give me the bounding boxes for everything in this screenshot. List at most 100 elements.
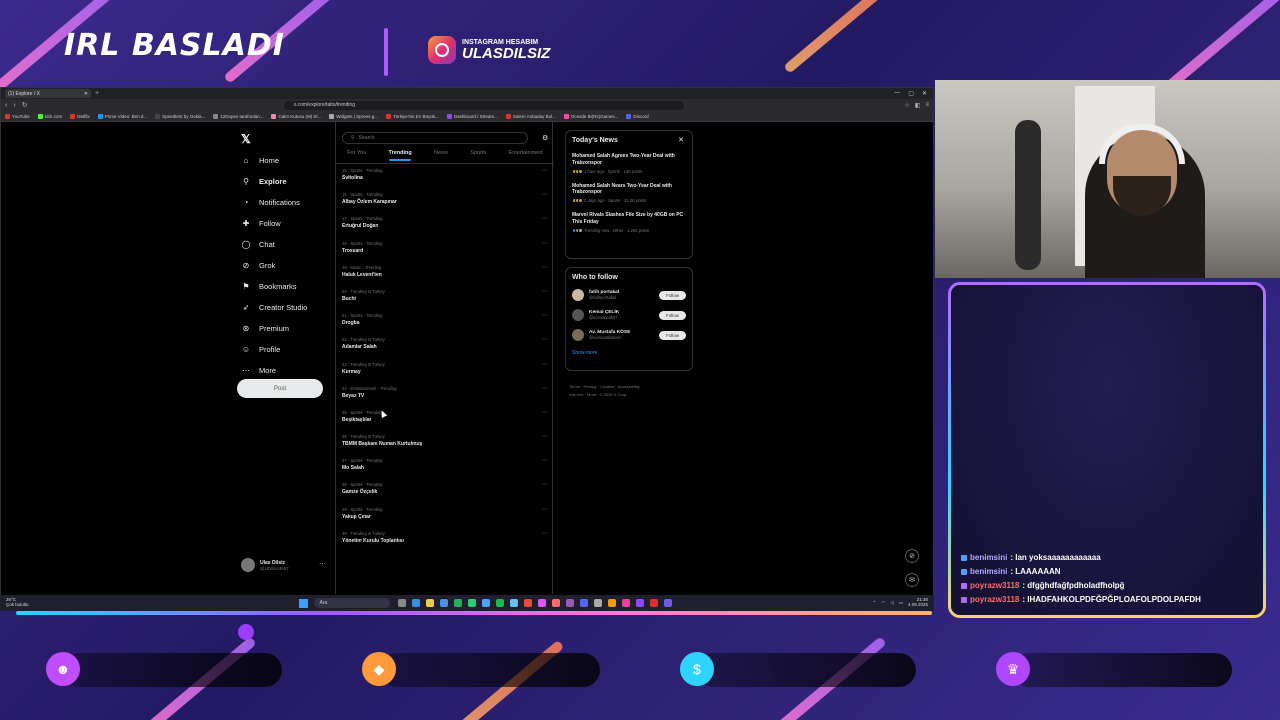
reload-icon[interactable]: ↻ (22, 101, 28, 109)
tab-sports[interactable]: Sports (470, 150, 486, 163)
app-icon[interactable] (621, 599, 630, 607)
bookmark-item[interactable]: Ocesde Bi(Rs)Games... (563, 113, 618, 119)
task-view-icon[interactable] (397, 599, 406, 607)
browser-icon[interactable] (523, 599, 532, 607)
trend-item[interactable]: 30 · Trending in Turkey Yönetim Kurulu To… (336, 529, 554, 553)
url-field[interactable]: x.com/explore/tabs/trending (283, 100, 684, 110)
bookmark-item[interactable]: Salem Anbaday Bul... (505, 113, 556, 119)
bookmark-item[interactable]: Netflix (70, 113, 90, 119)
account-switcher[interactable]: Ulas Dilsiz @UDilsiz4557 (241, 558, 289, 572)
messages-float-icon[interactable]: ✉ (905, 573, 919, 587)
app-icon[interactable] (607, 599, 616, 607)
follow-button[interactable]: Follow (659, 330, 686, 340)
trend-item[interactable]: 18 · Sports · Trending Trossard ⋯ (336, 239, 554, 263)
minimize-icon[interactable]: — (894, 90, 900, 97)
app-icon[interactable] (565, 599, 574, 607)
post-button[interactable]: Post (237, 379, 323, 398)
bookmark-icon[interactable]: ☆ (904, 102, 909, 109)
forward-icon[interactable]: › (13, 102, 15, 109)
more-options-icon[interactable]: ⋯ (542, 409, 548, 416)
app-icon[interactable] (537, 599, 546, 607)
follow-button[interactable]: Follow (659, 290, 686, 300)
new-tab-icon[interactable]: + (95, 90, 99, 97)
more-options-icon[interactable]: ⋯ (542, 264, 548, 271)
more-options-icon[interactable]: ⋯ (542, 240, 548, 247)
back-icon[interactable]: ‹ (5, 102, 7, 109)
trend-item[interactable]: 28 · Sports · Trending Gamze Özçelik ⋯ (336, 480, 554, 504)
nav-chat[interactable]: ◯ Chat (241, 240, 275, 249)
footer-links[interactable]: Terms · Privacy · Cookies · Accessibilit… (565, 383, 693, 399)
trend-item[interactable]: 24 · Entertainment · Trending Beyaz TV ⋯ (336, 384, 554, 408)
bookmark-item[interactable]: Speedtest by Ookla... (155, 113, 205, 119)
follow-suggestion[interactable]: Av. Mustafa KÖSE @avmustafakose Follow (572, 329, 686, 341)
bookmark-item[interactable]: 12Dopes tarafından... (213, 113, 263, 119)
trend-item[interactable]: 20 · Trending in Turkey Buchi ⋯ (336, 287, 554, 311)
more-options-icon[interactable]: ⋯ (542, 530, 548, 537)
nav-grok[interactable]: ⊘ Grok (241, 261, 276, 270)
browser-tab[interactable]: (1) Explore / X ✕ (5, 89, 91, 98)
trend-item[interactable]: 22 · Trending in Turkey Adamlar Salah ⋯ (336, 335, 554, 359)
trend-item[interactable]: 15 · Sports · Trending Svitolina ⋯ (336, 166, 554, 190)
trend-item[interactable]: 25 · Sports · Trending Beşiktaşlılar ⋯ (336, 408, 554, 432)
clock[interactable]: 21:30 4.09.2025 (908, 597, 928, 608)
more-options-icon[interactable]: ⋯ (542, 167, 548, 174)
app-icon[interactable] (411, 599, 420, 607)
more-options-icon[interactable]: ⋯ (542, 433, 548, 440)
app-icon[interactable] (635, 599, 644, 607)
tab-news[interactable]: News (434, 150, 448, 163)
trend-item[interactable]: 16 · Sports · Trending Albay Özlem Karapı… (336, 190, 554, 214)
discord-icon[interactable] (579, 599, 588, 607)
show-more-link[interactable]: Show more (572, 350, 686, 356)
battery-icon[interactable]: ▭ (899, 600, 903, 606)
wifi-icon[interactable]: ◠ (881, 600, 885, 606)
windows-start-icon[interactable] (298, 598, 308, 608)
more-options-icon[interactable]: ⋯ (542, 506, 548, 513)
more-options-icon[interactable]: ⋯ (542, 288, 548, 295)
follow-suggestion[interactable]: fatih portakal @fatihportakal Follow (572, 289, 686, 301)
bookmark-item[interactable]: Dashboard / Stream... (446, 113, 498, 119)
nav-profile[interactable]: ☺ Profile (241, 345, 280, 354)
close-window-icon[interactable]: ✕ (922, 90, 927, 97)
more-options-icon[interactable]: ⋯ (542, 191, 548, 198)
bookmark-item[interactable]: Türkiye'nin En Büyük... (385, 113, 439, 119)
trend-item[interactable]: 29 · Sports · Trending Yakup Çınar ⋯ (336, 505, 554, 529)
menu-icon[interactable]: ≡ (925, 102, 929, 109)
trend-item[interactable]: 19 · Music · Trending Haluk Levent'ten ⋯ (336, 263, 554, 287)
follow-button[interactable]: Follow (659, 310, 686, 320)
trend-item[interactable]: 17 · Sports · Trending Ertuğrul Doğan ⋯ (336, 214, 554, 238)
more-options-icon[interactable]: ⋯ (542, 361, 548, 368)
gear-icon[interactable]: ⚙ (542, 134, 548, 142)
more-options-icon[interactable]: ⋯ (542, 385, 548, 392)
news-item[interactable]: Marvel Rivals Slashes File Size by 40GB … (572, 212, 686, 233)
app-icon[interactable] (649, 599, 658, 607)
more-options-icon[interactable]: ⋯ (542, 215, 548, 222)
bookmark-item[interactable]: Discord (626, 113, 649, 119)
tab-trending[interactable]: Trending (389, 150, 412, 163)
x-logo-icon[interactable]: 𝕏 (241, 132, 251, 146)
app-icon[interactable] (593, 599, 602, 607)
trend-item[interactable]: 21 · Sports · Trending Drogba ⋯ (336, 311, 554, 335)
more-options-icon[interactable]: ⋯ (542, 312, 548, 319)
nav-follow[interactable]: ✚ Follow (241, 219, 281, 228)
steam-icon[interactable] (509, 599, 518, 607)
app-icon[interactable] (551, 599, 560, 607)
trend-item[interactable]: 23 · Trending in Turkey Kurmay ⋯ (336, 360, 554, 384)
chevron-up-icon[interactable]: ⌃ (873, 600, 877, 606)
nav-explore[interactable]: ⚲ Explore (241, 177, 286, 186)
folder-icon[interactable] (425, 599, 434, 607)
app-icon[interactable] (453, 599, 462, 607)
nav-premium[interactable]: ⊛ Premium (241, 324, 289, 333)
app-icon[interactable] (467, 599, 476, 607)
follow-suggestion[interactable]: Kemal ÇELİK @kemalcelik07 Follow (572, 309, 686, 321)
account-more-icon[interactable]: ⋯ (319, 560, 326, 568)
bookmark-item[interactable]: kick.com (37, 113, 62, 119)
maximize-icon[interactable]: ▢ (908, 90, 914, 97)
bookmark-item[interactable]: Calm Kutusu (M) Kl... (271, 113, 321, 119)
bookmark-item[interactable]: YouTube (5, 113, 30, 119)
weather-widget[interactable]: 26°C Çok bulutlu (6, 597, 29, 608)
news-item[interactable]: Mohamed Salah Agrees Two-Year Deal with … (572, 153, 686, 174)
extensions-icon[interactable]: ◧ (915, 102, 921, 109)
app-icon[interactable] (439, 599, 448, 607)
nav-creator-studio[interactable]: ➶ Creator Studio (241, 303, 308, 312)
close-icon[interactable]: ✕ (84, 91, 88, 97)
